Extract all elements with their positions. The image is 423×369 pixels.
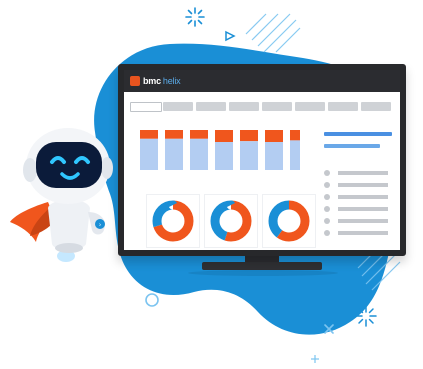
list-item[interactable] (324, 206, 400, 212)
list-placeholder (338, 183, 388, 187)
dashboard-tabs (130, 102, 394, 112)
bar-segment-bottom (140, 138, 158, 170)
robot-mascot: › (10, 128, 113, 262)
tab-6[interactable] (295, 102, 325, 111)
bar-segment-bottom (190, 138, 208, 170)
bar-segment-top (190, 130, 208, 139)
bar-segment-bottom (165, 138, 183, 170)
list-item[interactable] (324, 170, 400, 176)
bar-segment-top (165, 130, 183, 139)
list-bullet (324, 170, 330, 176)
list-bullet (324, 194, 330, 200)
donut-chart (210, 200, 252, 242)
donut-card[interactable] (146, 194, 200, 248)
list-item[interactable] (324, 218, 400, 224)
list-bullet (324, 182, 330, 188)
bar-segment-top (265, 130, 283, 142)
brand-product: helix (162, 76, 181, 86)
donut-chart (152, 200, 194, 242)
side-panel-line (324, 144, 380, 148)
list-item[interactable] (324, 230, 400, 236)
bar-segment-bottom (265, 142, 283, 170)
bmc-logo-icon (130, 76, 140, 86)
brand-logo[interactable]: bmc helix (143, 74, 181, 88)
list-bullet (324, 218, 330, 224)
sparkle-icon (311, 355, 319, 363)
robot-body (48, 199, 90, 250)
brand-name: bmc (143, 76, 161, 86)
donut-chart (268, 200, 310, 242)
tab-2[interactable] (163, 102, 193, 111)
donut-card[interactable] (204, 194, 258, 248)
dashboard-screen: bmc helix (124, 70, 400, 250)
cross-icon (324, 324, 334, 334)
stand-shadow (188, 270, 338, 276)
robot-face (36, 142, 102, 188)
bar-segment-top (140, 130, 158, 139)
tab-3[interactable] (196, 102, 226, 111)
monitor: bmc helix (118, 64, 406, 276)
hero-illustration: bmc helix › (0, 0, 423, 369)
tab-7[interactable] (328, 102, 358, 111)
sparkle-icon (185, 7, 205, 27)
list-placeholder (338, 219, 388, 223)
bar-segment-bottom (215, 142, 233, 170)
donut-card[interactable] (262, 194, 316, 248)
bar-segment-top (290, 130, 300, 141)
tab-1[interactable] (130, 102, 162, 112)
list-placeholder (338, 171, 388, 175)
bar-segment-top (215, 130, 233, 142)
tab-5[interactable] (262, 102, 292, 111)
list-placeholder (338, 207, 388, 211)
bar-segment-bottom (290, 140, 300, 170)
list-placeholder (338, 195, 388, 199)
side-panel-line (324, 132, 392, 136)
list-item[interactable] (324, 182, 400, 188)
badge-glyph: › (99, 223, 101, 229)
list-bullet (324, 206, 330, 212)
app-header: bmc helix (124, 70, 400, 92)
tab-8[interactable] (361, 102, 391, 111)
sparkle-icon (355, 305, 377, 327)
tab-4[interactable] (229, 102, 259, 111)
list-placeholder (338, 231, 388, 235)
ring-icon (145, 293, 159, 307)
list-item[interactable] (324, 194, 400, 200)
triangle-icon (225, 30, 236, 42)
monitor-stand-base (202, 262, 322, 270)
monitor-bezel: bmc helix (118, 64, 406, 256)
bar-segment-bottom (240, 141, 258, 170)
bar-segment-top (240, 130, 258, 142)
list-bullet (324, 230, 330, 236)
